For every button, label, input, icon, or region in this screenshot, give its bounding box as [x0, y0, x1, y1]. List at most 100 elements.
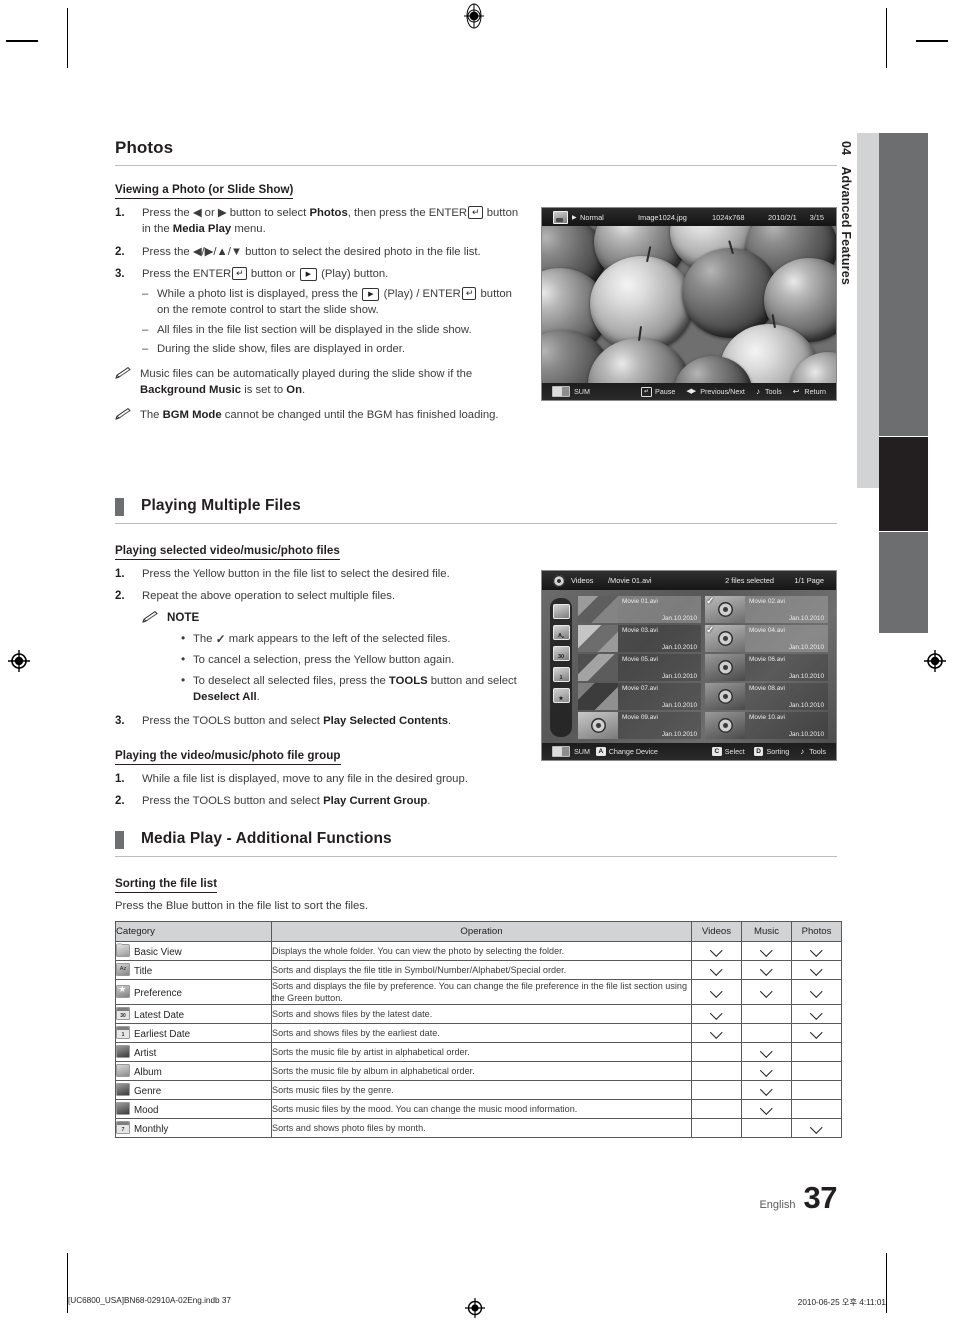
- section-rule: [115, 856, 837, 857]
- cell-category: Mood: [115, 1099, 272, 1120]
- file-name: Movie 08.avi: [749, 684, 785, 692]
- picture-mode-icon: [553, 211, 568, 224]
- cell-videos: [691, 1023, 742, 1044]
- folder-icon[interactable]: [552, 604, 570, 619]
- step-number: 2.: [115, 245, 125, 258]
- action-label: Sorting: [766, 747, 790, 756]
- file-name: Movie 04.avi: [749, 626, 785, 634]
- genre-icon: [116, 1083, 130, 1097]
- latest-date-icon[interactable]: 30: [552, 646, 570, 661]
- table-row: Artist Sorts the music file by artist in…: [115, 1042, 842, 1063]
- sorting-options-table: Category Operation Videos Music Photos B…: [115, 921, 842, 1139]
- action-previous-next[interactable]: ◀▶ Previous/Next: [684, 387, 745, 396]
- step-item: 2. Press the ◀/▶/▲/▼ button to select th…: [115, 244, 523, 260]
- step-item: 2. Press the TOOLS button and select Pla…: [115, 793, 523, 809]
- table-header-row: Category Operation Videos Music Photos: [115, 921, 842, 942]
- file-list-item[interactable]: Movie 09.avi Jan.10.2010: [578, 712, 701, 739]
- cell-videos: [691, 1061, 742, 1082]
- cell-videos: [691, 960, 742, 980]
- cell-videos: [691, 978, 742, 1006]
- step-text: Press the Yellow button in the file list…: [142, 568, 450, 580]
- section-rule: [115, 523, 837, 524]
- bullet-item: • To cancel a selection, press the Yellow…: [179, 652, 523, 668]
- cell-photos: [791, 960, 842, 980]
- action-tools[interactable]: ♪ Tools: [798, 747, 826, 756]
- file-name: Movie 05.avi: [622, 655, 658, 663]
- chevron-check-icon: [711, 1030, 722, 1037]
- tv-screenshot-photo-slideshow: ▶ Normal Image1024.jpg 1024x768 2010/2/1…: [541, 207, 837, 401]
- file-list-item[interactable]: ✓ Movie 02.avi Jan.10.2010: [705, 596, 828, 623]
- step-3-sublist: – While a photo list is displayed, press …: [142, 286, 523, 358]
- section-media-play-additional: Media Play - Additional Functions: [115, 830, 837, 857]
- category-label: Preference: [134, 988, 182, 1000]
- section-heading-playing-multiple-files: Playing Multiple Files: [115, 497, 837, 523]
- sorting-file-list-block: Sorting the file list Press the Blue but…: [115, 874, 837, 914]
- preference-star-icon[interactable]: ★: [552, 688, 570, 703]
- file-date: Jan.10.2010: [788, 701, 824, 709]
- photo-resolution: 1024x768: [712, 212, 745, 222]
- step-number: 1.: [115, 773, 125, 785]
- chapter-tab-bar-2-active: [879, 437, 928, 531]
- chevron-check-icon: [761, 1068, 772, 1075]
- note-bgm-mode: The BGM Mode cannot be changed until the…: [115, 407, 523, 423]
- cell-operation: Sorts music files by the genre.: [271, 1080, 692, 1101]
- usb-device-icon: [552, 386, 570, 397]
- action-return[interactable]: ↩ Return: [791, 387, 826, 396]
- calendar-1-icon: 1: [116, 1026, 130, 1040]
- file-thumbnail: [578, 596, 618, 623]
- earliest-date-icon[interactable]: 1: [552, 667, 570, 682]
- selected-check-icon: ✓: [706, 625, 715, 636]
- file-list-item[interactable]: Movie 03.avi Jan.10.2010: [578, 625, 701, 652]
- cell-operation: Sorts the music file by album in alphabe…: [271, 1061, 692, 1082]
- file-list-item[interactable]: Movie 07.avi Jan.10.2010: [578, 683, 701, 710]
- device-label: SUM: [574, 747, 590, 756]
- file-date: Jan.10.2010: [788, 730, 824, 738]
- film-reel-icon: [717, 689, 733, 704]
- file-list-item[interactable]: Movie 01.avi Jan.10.2010: [578, 596, 701, 623]
- file-list-item[interactable]: Movie 08.avi Jan.10.2010: [705, 683, 828, 710]
- film-reel-icon: [590, 718, 606, 733]
- videos-reel-icon: [553, 575, 565, 587]
- step-item: 3. Press the TOOLS button and select Pla…: [115, 713, 523, 729]
- action-pause[interactable]: ↵ Pause: [640, 386, 675, 397]
- cell-photos: [791, 1061, 842, 1082]
- file-thumbnail: [578, 625, 618, 652]
- column-header-photos: Photos: [791, 921, 842, 942]
- bullet-marker: •: [181, 672, 186, 687]
- step-item: 1. While a file list is displayed, move …: [115, 771, 523, 787]
- cell-music: [741, 1042, 792, 1063]
- category-label: Latest Date: [134, 1010, 185, 1022]
- cell-videos: [691, 1099, 742, 1120]
- table-body: Basic View Displays the whole folder. Yo…: [115, 941, 842, 1139]
- file-meta: Movie 03.avi Jan.10.2010: [618, 625, 701, 652]
- chapter-tab-text: 04 Advanced Features: [835, 141, 857, 496]
- pencil-icon: [142, 610, 159, 628]
- category-label: Artist: [134, 1048, 157, 1060]
- file-meta: Movie 02.avi Jan.10.2010: [745, 596, 828, 623]
- crop-mark-bottom-right-v: [886, 1253, 887, 1313]
- cell-category: 30 Latest Date: [115, 1004, 272, 1025]
- title-icon[interactable]: Az: [552, 625, 570, 640]
- action-tools[interactable]: ♪ Tools: [754, 387, 782, 396]
- section-playing-multiple-files: Playing Multiple Files: [115, 497, 837, 524]
- cell-music: [741, 941, 792, 961]
- cell-music: [741, 1061, 792, 1082]
- file-list-item[interactable]: Movie 05.avi Jan.10.2010: [578, 654, 701, 681]
- file-list-item[interactable]: ✓ Movie 04.avi Jan.10.2010: [705, 625, 828, 652]
- file-list-sort-sidebar: Az 30 1 ★: [550, 598, 572, 737]
- file-list-item[interactable]: Movie 10.avi Jan.10.2010: [705, 712, 828, 739]
- file-meta: Movie 09.avi Jan.10.2010: [618, 712, 701, 739]
- cell-category: 7 Monthly: [115, 1118, 272, 1139]
- playing-selected-steps: 1. Press the Yellow button in the file l…: [115, 566, 523, 729]
- action-sorting[interactable]: D Sorting: [753, 747, 790, 756]
- chapter-tab: 04 Advanced Features: [839, 133, 879, 488]
- album-icon: [116, 1064, 130, 1078]
- file-list-item[interactable]: Movie 06.avi Jan.10.2010: [705, 654, 828, 681]
- footer-language: English: [759, 1199, 796, 1211]
- table-row: 30 Latest Date Sorts and shows files by t…: [115, 1004, 842, 1025]
- action-select[interactable]: C Select: [712, 747, 745, 756]
- step-text: Press the TOOLS button and select Play C…: [142, 795, 431, 808]
- manual-page: 04 Advanced Features Photos Viewing a Ph…: [0, 0, 954, 1321]
- column-header-operation: Operation: [271, 921, 692, 942]
- action-label: Tools: [764, 387, 782, 396]
